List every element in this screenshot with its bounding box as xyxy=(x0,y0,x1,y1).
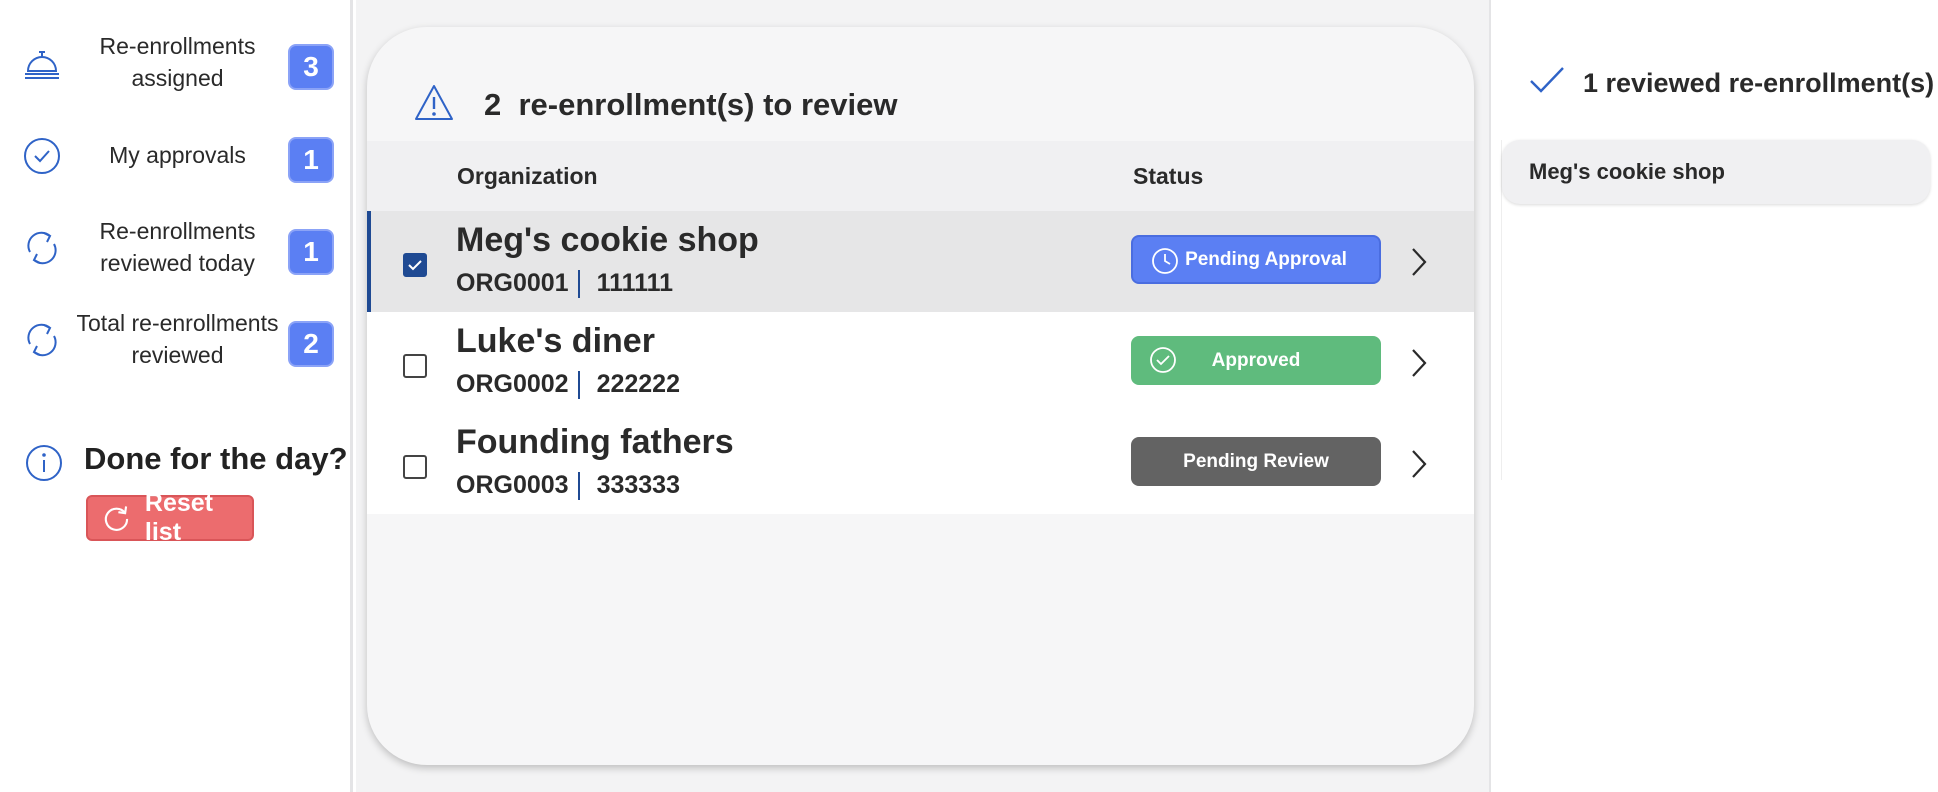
review-area: 2 re-enrollment(s) to review Organizatio… xyxy=(356,0,1489,792)
stat-reenrollments-assigned: Re-enrollments assigned 3 xyxy=(0,27,353,97)
stat-label: Re-enrollments assigned xyxy=(99,33,256,91)
reset-list-button[interactable]: Reset list xyxy=(86,489,254,546)
check-circle-icon xyxy=(24,138,60,174)
checkmark-icon xyxy=(408,260,422,271)
organization-number: 111111 xyxy=(596,269,674,297)
table-row[interactable]: Meg's cookie shop ORG0001 111111 Pending… xyxy=(367,211,1474,312)
stat-count-badge: 3 xyxy=(288,44,334,90)
status-badge: Pending Approval xyxy=(1131,235,1381,284)
row-checkbox[interactable] xyxy=(403,455,427,479)
chevron-right-icon[interactable] xyxy=(1409,245,1429,279)
stat-label: My approvals xyxy=(109,142,246,168)
status-label: Pending Approval xyxy=(1185,248,1347,270)
organization-id: ORG0003 xyxy=(456,471,569,499)
check-circle-icon xyxy=(1150,347,1176,373)
organization-ids: ORG0003 333333 xyxy=(456,471,680,500)
organization-name: Founding fathers xyxy=(456,423,734,461)
refresh-icon xyxy=(27,231,57,265)
stat-count-badge: 1 xyxy=(288,229,334,275)
id-divider xyxy=(577,471,580,500)
stat-count-badge: 2 xyxy=(288,321,334,367)
review-count: 2 xyxy=(484,87,502,122)
status-badge: Pending Review xyxy=(1131,437,1381,486)
table-row[interactable]: Founding fathers ORG0003 333333 Pending … xyxy=(367,413,1474,514)
organization-name: Meg's cookie shop xyxy=(456,221,759,259)
review-card-header: 2 re-enrollment(s) to review xyxy=(367,27,1474,141)
stat-reviewed-today: Re-enrollments reviewed today 1 xyxy=(0,212,353,282)
organization-ids: ORG0002 222222 xyxy=(456,370,680,399)
reviewed-title: 1 reviewed re-enrollment(s) xyxy=(1583,68,1935,98)
row-checkbox[interactable] xyxy=(403,253,427,277)
chevron-right-icon[interactable] xyxy=(1409,447,1429,481)
reviewed-list: Meg's cookie shop xyxy=(1501,140,1933,480)
stat-label: Total re-enrollments reviewed xyxy=(76,310,279,368)
reviewed-panel: 1 reviewed re-enrollment(s) Meg's cookie… xyxy=(1489,0,1938,792)
refresh-icon xyxy=(27,323,57,357)
review-title: 2 re-enrollment(s) to review xyxy=(484,87,897,123)
column-header-organization: Organization xyxy=(457,163,598,189)
stat-count-badge: 1 xyxy=(288,137,334,183)
organization-id: ORG0002 xyxy=(456,370,569,398)
reviewed-item[interactable]: Meg's cookie shop xyxy=(1502,140,1930,204)
column-header-status: Status xyxy=(1133,163,1204,189)
table-row[interactable]: Luke's diner ORG0002 222222 Approved xyxy=(367,312,1474,413)
service-bell-icon xyxy=(25,51,59,79)
organization-ids: ORG0001 111111 xyxy=(456,269,673,298)
organization-name: Luke's diner xyxy=(456,322,655,360)
id-divider xyxy=(577,269,580,298)
stat-label: Re-enrollments reviewed today xyxy=(99,218,256,276)
info-icon xyxy=(26,445,62,481)
reset-icon xyxy=(104,506,129,531)
organization-number: 222222 xyxy=(596,370,680,398)
organization-number: 333333 xyxy=(596,471,680,499)
stat-my-approvals: My approvals 1 xyxy=(0,120,353,190)
stats-sidebar: Re-enrollments assigned 3 My approvals 1… xyxy=(0,0,353,792)
status-label: Pending Review xyxy=(1183,450,1329,472)
done-for-day-title: Done for the day? xyxy=(84,441,348,476)
row-checkbox[interactable] xyxy=(403,354,427,378)
stat-total-reviewed: Total re-enrollments reviewed 2 xyxy=(0,304,353,374)
review-title-text: re-enrollment(s) to review xyxy=(518,87,898,122)
status-badge: Approved xyxy=(1131,336,1381,385)
checkmark-icon xyxy=(1530,67,1564,93)
status-label: Approved xyxy=(1211,349,1301,371)
table-header: Organization Status xyxy=(367,141,1474,211)
warning-icon xyxy=(415,85,453,120)
organization-id: ORG0001 xyxy=(456,269,569,297)
reset-list-label: Reset list xyxy=(144,489,213,546)
id-divider xyxy=(577,370,580,399)
chevron-right-icon[interactable] xyxy=(1409,346,1429,380)
clock-icon xyxy=(1152,248,1178,274)
review-card: 2 re-enrollment(s) to review Organizatio… xyxy=(367,27,1474,765)
